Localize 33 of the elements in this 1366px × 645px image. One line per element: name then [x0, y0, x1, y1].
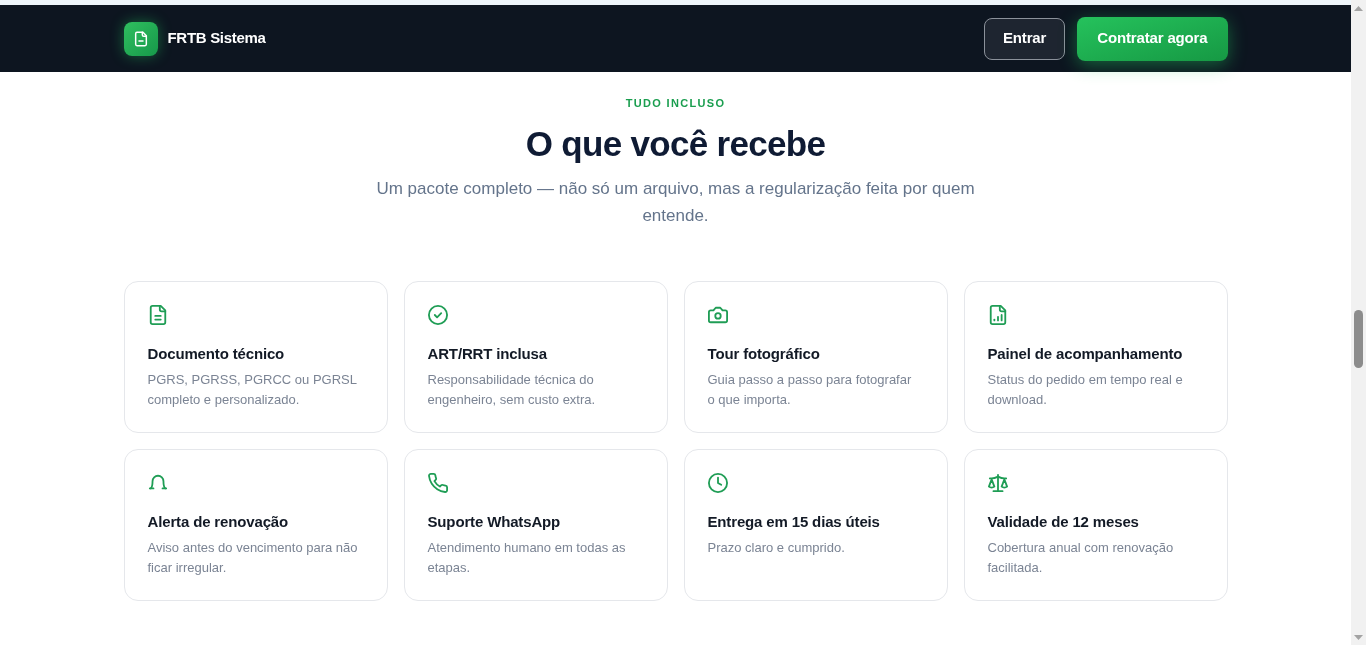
feature-description: Aviso antes do vencimento para não ficar irregular.	[147, 539, 359, 577]
feature-description: Cobertura anual com renovação facilitada.	[987, 539, 1175, 577]
chart-document-icon	[987, 305, 1008, 325]
scroll-down-icon[interactable]	[1354, 635, 1363, 640]
camera-icon	[707, 305, 728, 325]
feature-title: Tour fotográfico	[707, 344, 821, 364]
feature-title: Suporte WhatsApp	[427, 512, 562, 532]
feature-description: Guia passo a passo para fotografar o que importa.	[707, 371, 913, 409]
scrollbar-track[interactable]	[1351, 0, 1366, 645]
logo-text[interactable]: FRTB Sistema	[167, 27, 266, 50]
feature-description: Prazo claro e cumprido.	[707, 539, 846, 557]
feature-title: Entrega em 15 dias úteis	[707, 512, 881, 532]
feature-description: Responsabilidade técnica do engenheiro, sem custo extra.	[427, 371, 597, 409]
check-circle-icon	[427, 305, 448, 325]
scrollbar-thumb[interactable]	[1354, 310, 1363, 368]
feature-description: Status do pedido em tempo real e download.	[987, 371, 1184, 409]
feature-title: Painel de acompanhamento	[987, 344, 1184, 364]
scale-icon	[987, 473, 1008, 493]
clock-icon	[707, 473, 728, 493]
phone-icon	[427, 473, 448, 493]
section-eyebrow: TUDO INCLUSO	[625, 96, 726, 111]
document-logo-icon	[123, 21, 158, 56]
feature-title: ART/RRT inclusa	[427, 344, 548, 364]
section-subtitle: Um pacote completo — não só um arquivo, mas a regularização feita por quem entende.	[375, 178, 976, 227]
section-title: O que você recebe	[525, 124, 826, 164]
scroll-up-icon[interactable]	[1354, 6, 1363, 11]
feature-title: Validade de 12 meses	[987, 512, 1140, 532]
feature-description: Atendimento humano em todas as etapas.	[427, 539, 627, 577]
feature-title: Documento técnico	[147, 344, 286, 364]
document-icon	[147, 305, 168, 325]
feature-description: PGRS, PGRSS, PGRCC ou PGRSL completo e personalizado.	[147, 371, 358, 409]
feature-title: Alerta de renovação	[147, 512, 290, 532]
login-button[interactable]: Entrar	[983, 17, 1066, 60]
